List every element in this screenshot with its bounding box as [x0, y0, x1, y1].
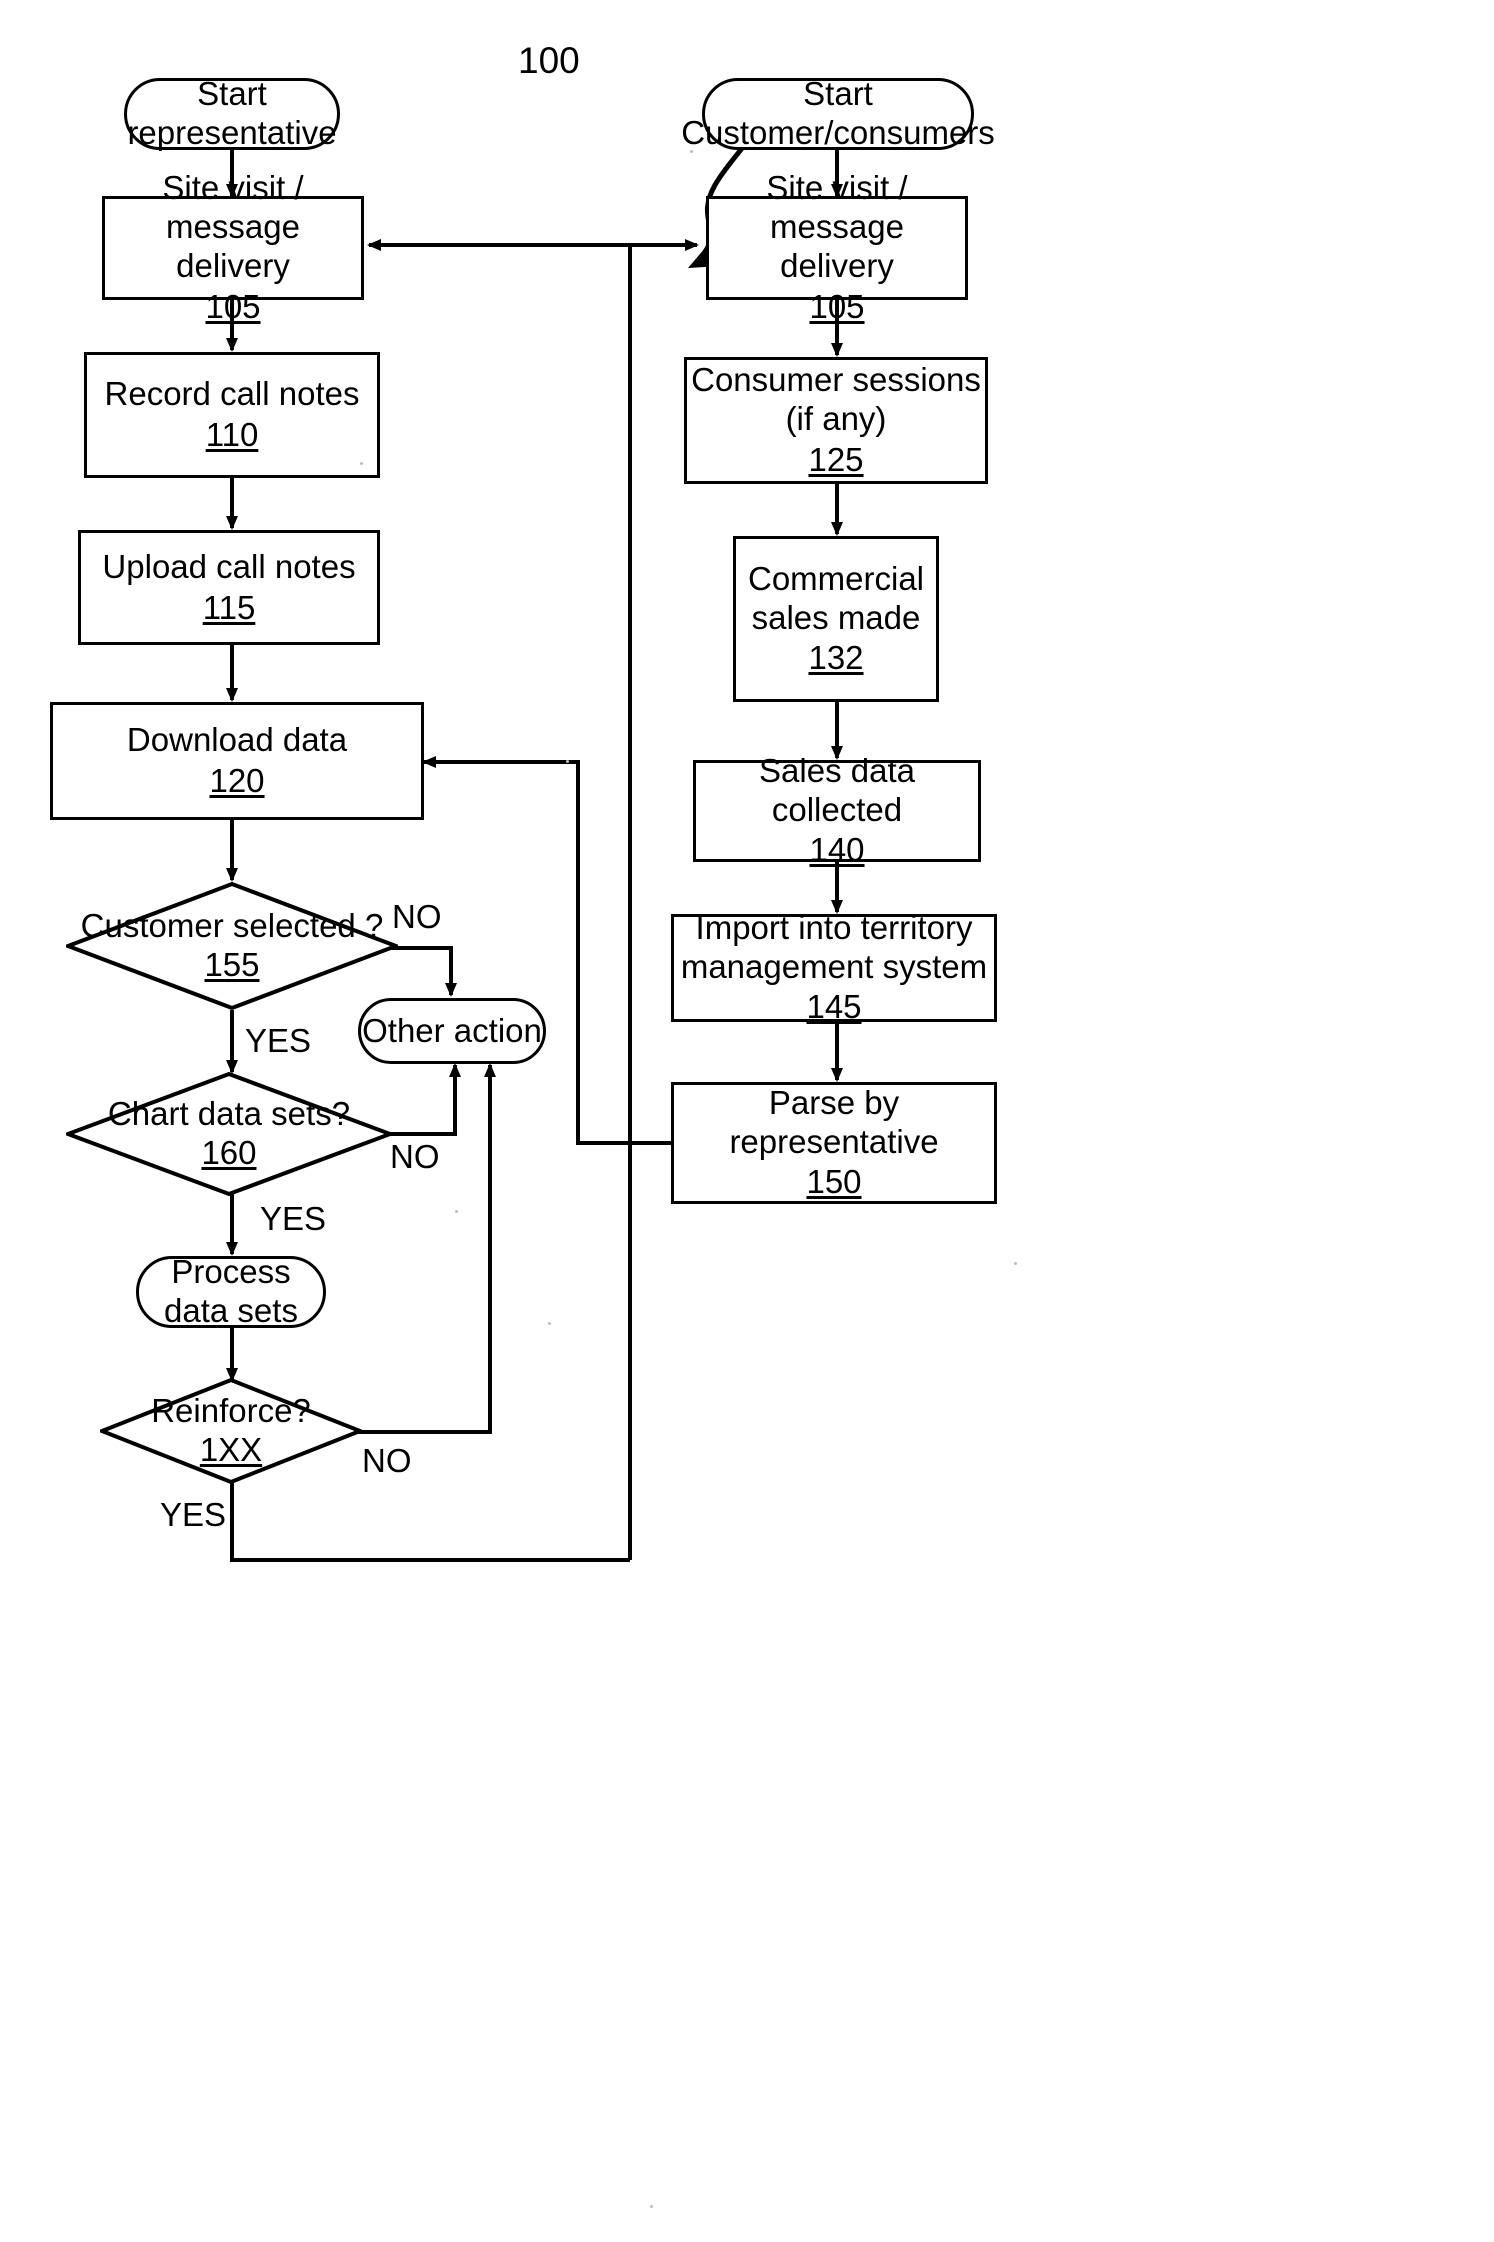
scan-speck [566, 760, 569, 763]
node-ref: 105 [809, 287, 865, 325]
node-ref: 120 [209, 762, 265, 799]
node-chart-data-sets: Chart data sets? 160 [66, 1072, 392, 1196]
node-sales-data-collected: Sales data collected 140 [693, 752, 981, 868]
node-ref: 115 [202, 588, 256, 626]
node-label: Site visit / message delivery [766, 169, 908, 284]
node-record-call-notes: Record call notes 110 [84, 352, 380, 478]
edge-label-customer-selected-no: NO [392, 898, 442, 935]
node-site-visit-left: Site visit / message delivery 105 [102, 169, 364, 325]
node-download-data: Download data 120 [50, 702, 424, 820]
node-start-customer-consumers: Start Customer/consumers [681, 75, 995, 151]
node-label: Consumer sessions (if any) [691, 361, 981, 438]
node-label: Start representative [127, 75, 337, 151]
edge-label-reinforce-no: NO [362, 1442, 412, 1479]
node-ref: 150 [806, 1163, 862, 1201]
node-label: Upload call notes [102, 547, 356, 585]
node-ref: 132 [808, 639, 864, 677]
node-label: Import into territory management system [680, 908, 988, 985]
node-consumer-sessions: Consumer sessions (if any) 125 [684, 357, 988, 484]
node-ref: 145 [806, 988, 862, 1026]
node-upload-call-notes: Upload call notes 115 [78, 530, 380, 645]
flowchart-canvas: Start representative Site visit / messag… [0, 0, 1494, 2242]
node-ref: 110 [205, 416, 259, 453]
node-site-visit-right: Site visit / message delivery 105 [706, 169, 968, 325]
node-reinforce: Reinforce? 1XX [100, 1378, 362, 1484]
node-parse-by-representative: Parse by representative 150 [671, 1082, 997, 1204]
node-ref: 105 [205, 287, 261, 325]
edge-label-chart-data-sets-no: NO [390, 1138, 440, 1175]
node-process-data-sets: Process data sets [136, 1253, 326, 1329]
node-label: Start Customer/consumers [681, 75, 995, 151]
node-label: Record call notes [104, 375, 360, 413]
node-customer-selected: Customer selected ? 155 [66, 882, 398, 1010]
node-ref: 125 [808, 440, 864, 478]
scan-speck [650, 2205, 653, 2208]
node-label: Process data sets [164, 1253, 298, 1329]
edge-label-customer-selected-yes: YES [245, 1022, 312, 1059]
node-label: Parse by representative [729, 1083, 939, 1160]
node-ref: 140 [809, 831, 865, 869]
node-start-representative: Start representative [124, 75, 340, 151]
scan-speck [455, 1210, 458, 1213]
node-label: Other action [362, 1011, 542, 1049]
scan-speck [690, 150, 693, 153]
node-label: Commercial sales made [747, 559, 925, 636]
node-label: Download data [126, 721, 348, 759]
node-label: Sales data collected [759, 751, 915, 828]
figure-number: 100 [518, 40, 580, 81]
scan-speck [360, 462, 363, 465]
node-import-into-territory-management-system: Import into territory management system … [671, 909, 997, 1025]
node-label: Site visit / message delivery [162, 169, 304, 284]
scan-speck [1014, 1262, 1017, 1265]
scan-speck [548, 1322, 551, 1325]
edge-label-chart-data-sets-yes: YES [260, 1200, 327, 1237]
edge-label-reinforce-yes: YES [160, 1496, 227, 1533]
node-commercial-sales-made: Commercial sales made 132 [733, 536, 939, 702]
